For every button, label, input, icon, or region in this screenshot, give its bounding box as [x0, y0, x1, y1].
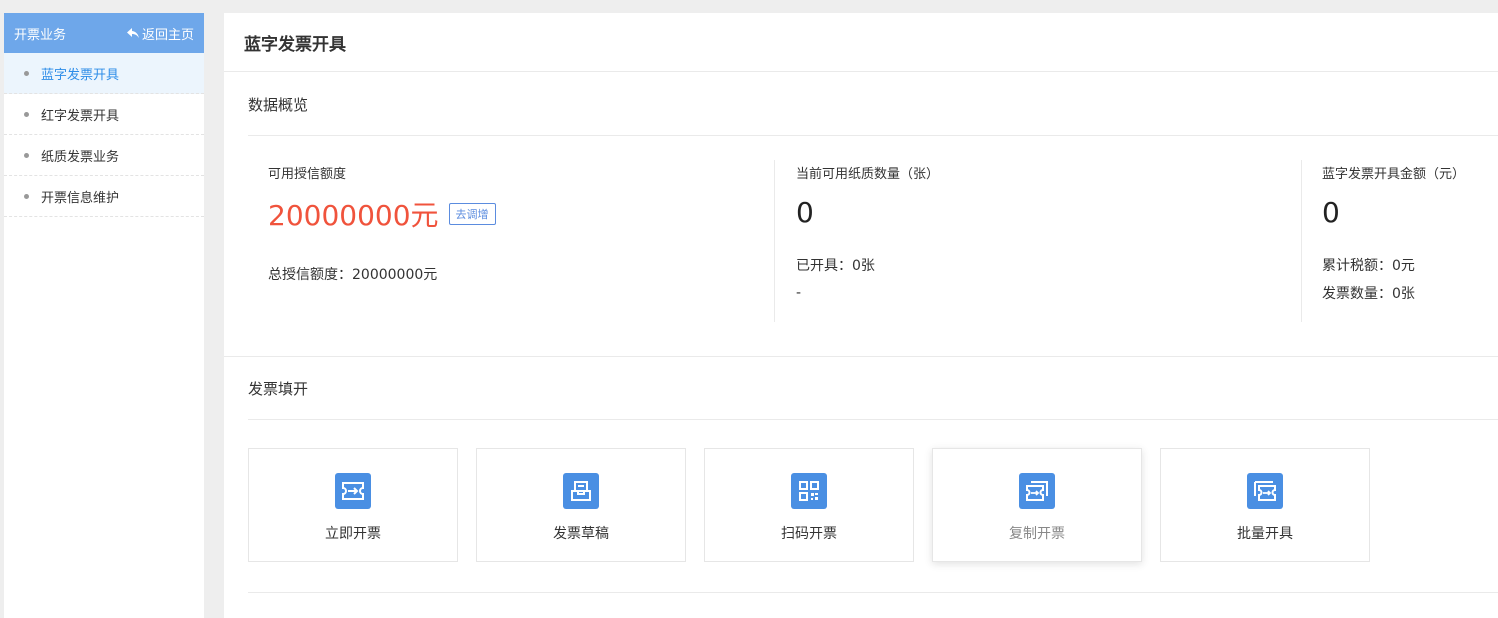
credit-amount: 20000000元: [268, 199, 439, 232]
divider: [1301, 160, 1302, 322]
divider: [248, 135, 1498, 136]
card-label: 立即开票: [325, 526, 381, 542]
card-label: 批量开具: [1237, 526, 1293, 542]
card-label: 复制开票: [1009, 526, 1065, 542]
batch-invoice-icon: [1247, 473, 1283, 509]
scan-card[interactable]: 扫码开票: [704, 448, 914, 562]
copy-invoice-card[interactable]: 复制开票: [932, 448, 1142, 562]
divider: [774, 160, 775, 322]
tax-total: 累计税额：0元: [1322, 258, 1415, 274]
sidebar-item-label: 蓝字发票开具: [41, 67, 120, 83]
sidebar-item-paper-invoice[interactable]: 纸质发票业务: [4, 135, 204, 176]
total-credit: 总授信额度：20000000元: [268, 267, 438, 283]
bullet-icon: [24, 152, 29, 158]
sidebar-item-label: 开票信息维护: [41, 190, 120, 206]
paper-extra: -: [796, 285, 802, 301]
invoice-count: 发票数量：0张: [1322, 286, 1415, 302]
paper-value: 0: [796, 196, 814, 229]
back-home-link[interactable]: 返回主页: [126, 24, 194, 43]
card-label: 扫码开票: [781, 526, 837, 542]
divider: [248, 592, 1498, 593]
issue-now-card[interactable]: 立即开票: [248, 448, 458, 562]
fill-title: 发票填开: [248, 380, 309, 398]
draft-icon: [563, 473, 599, 509]
bullet-icon: [24, 111, 29, 117]
sidebar-title: 开票业务: [14, 27, 67, 43]
sidebar-item-invoice-info[interactable]: 开票信息维护: [4, 176, 204, 217]
amount-stat: 蓝字发票开具金额（元） 0 累计税额：0元 发票数量：0张: [1322, 163, 1465, 303]
invoice-arrow-icon: [335, 473, 371, 509]
sidebar-header: 开票业务 返回主页: [4, 13, 204, 53]
divider: [248, 419, 1498, 420]
issued-count: 已开具：0张: [796, 258, 875, 274]
paper-stat: 当前可用纸质数量（张） 0 已开具：0张 -: [796, 163, 939, 301]
overview-title: 数据概览: [248, 96, 309, 114]
batch-card[interactable]: 批量开具: [1160, 448, 1370, 562]
qr-code-icon: [791, 473, 827, 509]
sidebar-item-label: 纸质发票业务: [41, 149, 120, 165]
card-label: 发票草稿: [553, 526, 609, 542]
reply-arrow-icon: [126, 28, 139, 38]
sidebar-item-blue-invoice[interactable]: 蓝字发票开具: [4, 53, 204, 94]
sidebar-item-label: 红字发票开具: [41, 108, 120, 124]
sidebar-item-red-invoice[interactable]: 红字发票开具: [4, 94, 204, 135]
divider: [224, 356, 1498, 357]
paper-label: 当前可用纸质数量（张）: [796, 167, 940, 182]
page-title: 蓝字发票开具: [224, 13, 1498, 72]
amount-label: 蓝字发票开具金额（元）: [1322, 167, 1466, 182]
copy-invoice-icon: [1019, 473, 1055, 509]
credit-label: 可用授信额度: [268, 167, 347, 182]
draft-card[interactable]: 发票草稿: [476, 448, 686, 562]
bullet-icon: [24, 70, 29, 76]
bullet-icon: [24, 193, 29, 199]
credit-stat: 可用授信额度 20000000元 去调增 总授信额度：20000000元: [268, 163, 496, 284]
amount-value: 0: [1322, 196, 1340, 229]
back-home-label: 返回主页: [141, 27, 194, 43]
main-panel: 蓝字发票开具 数据概览 可用授信额度 20000000元 去调增 总授信额度：2…: [224, 13, 1498, 618]
adjust-button[interactable]: 去调增: [448, 203, 496, 225]
sidebar: 开票业务 返回主页 蓝字发票开具 红字发票开具 纸质发票业务 开票信息维护: [4, 13, 204, 618]
